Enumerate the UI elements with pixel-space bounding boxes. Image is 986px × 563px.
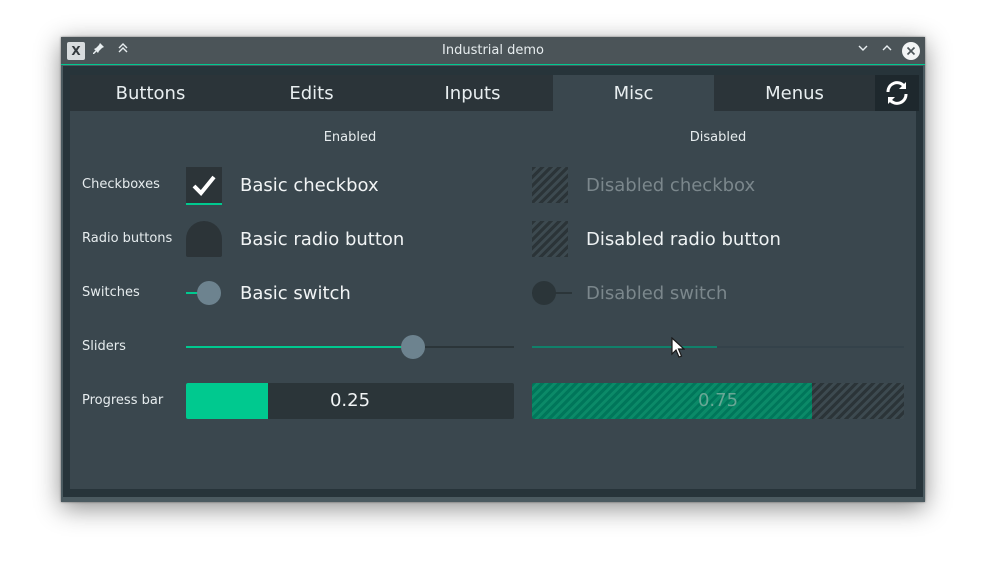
window-title: Industrial demo [442,43,544,58]
disabled-radio-button [532,221,568,257]
disabled-slider-track [717,346,904,348]
row-label-sliders: Sliders [82,339,126,354]
tab-bar: Buttons Edits Inputs Misc Menus [70,75,875,111]
basic-radio-button-label[interactable]: Basic radio button [240,229,404,250]
row-label-radio-buttons: Radio buttons [82,231,173,246]
basic-checkbox-label[interactable]: Basic checkbox [240,175,379,196]
disabled-progress-value: 0.75 [697,390,739,411]
refresh-icon [886,81,908,105]
minimize-icon[interactable] [854,42,872,60]
tab-edits[interactable]: Edits [231,75,392,111]
maximize-icon[interactable] [878,42,896,60]
basic-switch-label[interactable]: Basic switch [240,283,351,304]
disabled-switch-label: Disabled switch [586,283,728,304]
tab-buttons[interactable]: Buttons [70,75,231,111]
disabled-checkbox [532,167,568,203]
basic-radio-button[interactable] [186,221,222,257]
mouse-cursor-icon [671,337,685,358]
disabled-checkbox-label: Disabled checkbox [586,175,756,196]
tab-inputs[interactable]: Inputs [392,75,553,111]
disabled-switch-knob [532,281,556,305]
disabled-progress-bar: 0.75 [532,383,904,419]
app-window: Industrial demo X Buttons Edits Inputs M… [61,37,925,502]
titlebar: Industrial demo X [61,37,925,65]
row-label-progress-bar: Progress bar [82,393,164,408]
refresh-button[interactable] [875,75,919,111]
checkbox-focus-underline [186,203,222,205]
row-label-checkboxes: Checkboxes [82,177,160,192]
column-header-disabled: Disabled [689,130,747,145]
basic-progress-value: 0.25 [329,390,371,411]
disabled-slider-filled-track [532,346,717,348]
tab-misc[interactable]: Misc [553,75,714,111]
basic-slider-track[interactable] [413,346,514,348]
row-label-switches: Switches [82,285,140,300]
basic-switch-knob[interactable] [197,281,221,305]
basic-checkbox[interactable] [186,167,222,205]
keep-above-icon[interactable] [114,42,132,60]
pin-icon[interactable] [90,42,108,60]
basic-progress-bar: 0.25 [186,383,514,419]
tab-menus[interactable]: Menus [714,75,875,111]
x-window-icon[interactable]: X [67,42,85,60]
basic-slider-handle[interactable] [401,335,425,359]
basic-slider-filled-track[interactable] [186,346,413,348]
column-header-enabled: Enabled [323,130,377,145]
checkmark-icon [192,175,216,196]
disabled-radio-button-label: Disabled radio button [586,229,781,250]
close-icon[interactable] [902,42,920,60]
